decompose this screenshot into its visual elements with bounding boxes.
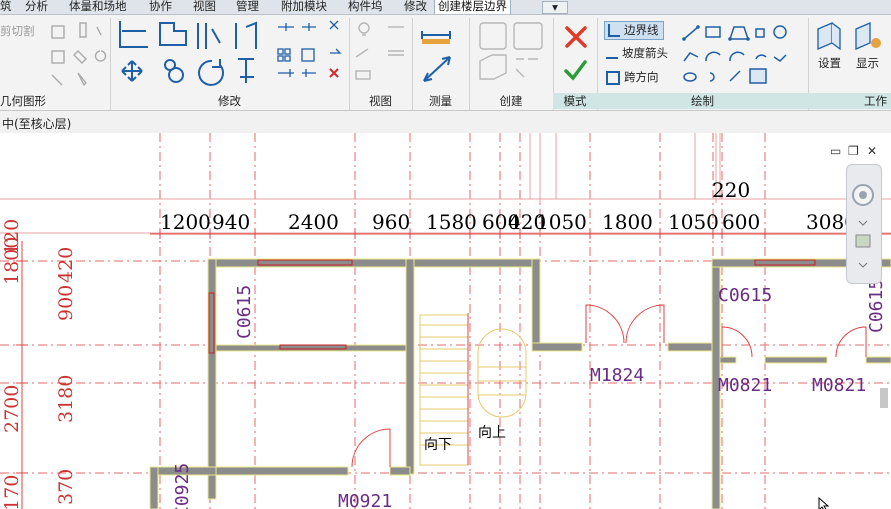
label-c0615-right[interactable]: C0615: [718, 285, 772, 306]
stair-up-label: 向上: [478, 425, 506, 441]
label-c0925[interactable]: C0925: [172, 463, 193, 509]
dim-left-3180: 3180: [55, 375, 77, 423]
view-minimize-button[interactable]: ▭: [830, 144, 841, 158]
boundary-line-button[interactable]: 边界线: [604, 21, 664, 40]
label-m0921[interactable]: M0921: [338, 491, 392, 509]
work-plane-show-button[interactable]: 显示: [856, 55, 879, 72]
tab-component-dock[interactable]: 构件坞: [348, 0, 383, 14]
slope-arrow-icon: [606, 49, 618, 59]
tab-dropdown-button[interactable]: ▾: [542, 1, 568, 14]
dim-top-1050b: 1050: [668, 210, 719, 234]
cut-geometry-button[interactable]: 剪切割: [0, 23, 35, 40]
dim-top-2400: 2400: [288, 210, 339, 234]
dim-top-1580: 1580: [426, 210, 477, 234]
tab-analyze[interactable]: 分析: [25, 0, 48, 14]
tab-manage[interactable]: 管理: [236, 0, 259, 14]
tab-massing-site[interactable]: 体量和场地: [69, 0, 127, 14]
dim-top-1050a: 1050: [536, 210, 587, 234]
dim-top-1800: 1800: [602, 210, 653, 234]
panel-label-modify: 修改: [218, 94, 241, 108]
label-m0821-b[interactable]: M0821: [812, 375, 866, 396]
label-c0615-edge[interactable]: C0615: [866, 279, 887, 333]
boundary-line-icon: [608, 24, 620, 37]
drawing-canvas[interactable]: 1200 940 2400 960 1580 600 420 1050 1800…: [0, 133, 891, 509]
span-direction-button[interactable]: 跨方向: [606, 69, 659, 86]
dim-top-940: 940: [212, 210, 250, 234]
label-m0821-a[interactable]: M0821: [718, 375, 772, 396]
navigation-bar[interactable]: [846, 164, 882, 284]
panel-label-measure: 测量: [429, 94, 452, 108]
view-close-button[interactable]: ✕: [867, 144, 877, 158]
stair-down-label: 向下: [424, 437, 452, 453]
panel-label-draw: 绘制: [691, 94, 714, 108]
vertical-scrollbar[interactable]: [880, 388, 888, 408]
span-direction-icon: [606, 70, 620, 85]
tab-architecture[interactable]: 筑: [0, 0, 12, 14]
dim-left-120: 120: [1, 219, 23, 255]
dim-upper-220: 220: [712, 178, 750, 202]
panel-label-work-plane: 工作: [864, 94, 887, 108]
work-plane-set-button[interactable]: 设置: [818, 55, 841, 72]
label-m1824[interactable]: M1824: [590, 365, 644, 386]
dim-left-900: 900: [55, 285, 77, 321]
dim-top-960: 960: [372, 210, 410, 234]
dim-left-1170: 1170: [1, 475, 23, 509]
mouse-cursor-icon: [818, 497, 830, 509]
panel-label-geometry: 几何图形: [0, 94, 46, 108]
dimension-annotations: 1200 940 2400 960 1580 600 420 1050 1800…: [1, 178, 887, 509]
view-title-bar: 中(至核心层): [0, 111, 891, 134]
tab-collaborate[interactable]: 协作: [149, 0, 172, 14]
view-restore-button[interactable]: ❐: [848, 144, 859, 158]
slope-arrow-button[interactable]: 坡度箭头: [606, 45, 668, 62]
panel-label-mode: 模式: [563, 94, 587, 108]
dim-left-420: 420: [55, 247, 77, 283]
tab-view[interactable]: 视图: [193, 0, 216, 14]
view-title[interactable]: 中(至核心层): [2, 115, 71, 132]
tab-create-floor-boundary[interactable]: 创建楼层边界: [434, 0, 511, 14]
steering-wheel-icon: [852, 184, 874, 268]
dim-left-370: 370: [55, 469, 77, 505]
dim-top-1200: 1200: [160, 210, 211, 234]
dim-left-2700: 2700: [1, 385, 23, 433]
ribbon-tab-bar: 筑 分析 体量和场地 协作 视图 管理 附加模块 构件坞 修改 创建楼层边界 ▾: [0, 0, 891, 15]
panel-label-view: 视图: [369, 94, 392, 108]
label-c0615-left[interactable]: C0615: [234, 285, 255, 339]
panel-label-create: 创建: [499, 94, 523, 108]
tab-modify[interactable]: 修改: [404, 0, 427, 14]
tab-addins[interactable]: 附加模块: [281, 0, 327, 14]
dim-top-600b: 600: [722, 210, 760, 234]
